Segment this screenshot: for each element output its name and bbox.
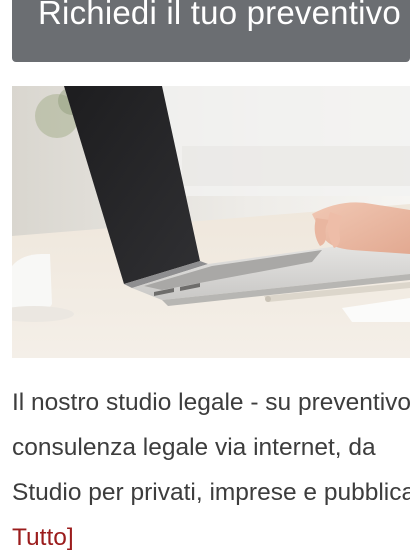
intro-line-3: Studio per privati, imprese e pubblica	[12, 479, 410, 506]
read-more-link[interactable]: Tutto]	[12, 515, 410, 555]
intro-line-2: consulenza legale via internet, da	[12, 434, 376, 461]
intro-text: Il nostro studio legale - su preventivo …	[12, 380, 410, 555]
quote-request-label: Richiedi il tuo preventivo	[38, 0, 401, 31]
page: Richiedi il tuo preventivo Il nostro stu…	[0, 0, 410, 555]
quote-request-button[interactable]: Richiedi il tuo preventivo	[12, 0, 410, 62]
article-image	[12, 86, 410, 358]
laptop-photo	[12, 86, 410, 358]
intro-line-1: Il nostro studio legale - su preventivo	[12, 389, 410, 416]
